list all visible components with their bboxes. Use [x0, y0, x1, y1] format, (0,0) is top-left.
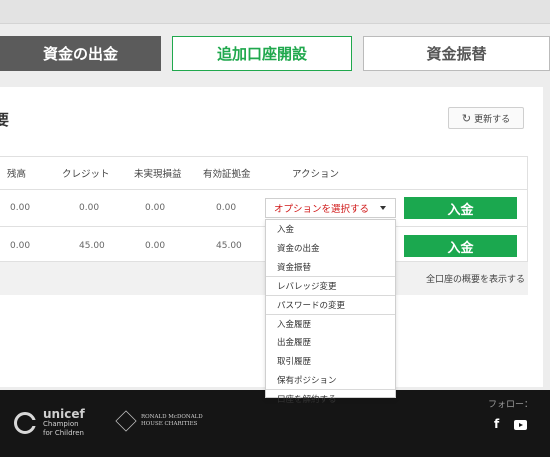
- menu-item-trade-history[interactable]: 取引履歴: [266, 352, 395, 371]
- rmhc-emblem-icon: [115, 410, 137, 432]
- equity-cell: 45.00: [216, 240, 242, 251]
- tab-fund-transfer[interactable]: 資金振替: [363, 36, 550, 71]
- unrealized-cell: 0.00: [145, 240, 166, 251]
- deposit-button[interactable]: 入金: [404, 235, 517, 257]
- action-dropdown-menu: 入金 資金の出金 資金振替 レバレッジ変更 パスワードの変更 入金履歴 出金履歴…: [265, 219, 396, 405]
- refresh-icon: ↻: [461, 111, 472, 125]
- unicef-tagline: Champion: [43, 420, 79, 428]
- menu-item-deposit[interactable]: 入金: [266, 220, 395, 239]
- menu-item-deposit-history[interactable]: 入金履歴: [266, 313, 395, 333]
- view-all-accounts-link[interactable]: 全口座の概要を表示する: [426, 272, 525, 285]
- menu-item-transfer[interactable]: 資金振替: [266, 258, 395, 277]
- header-credit: クレジット: [62, 169, 110, 180]
- table-row: 0.00 45.00 0.00 45.00 入金: [0, 227, 528, 264]
- rmhc-logo: RONALD McDONALD HOUSE CHARITIES: [115, 410, 203, 432]
- header-balance: 残高: [7, 169, 27, 180]
- unicef-logo: unicef Champion for Children: [14, 408, 85, 438]
- summary-bar: 全口座の概要を表示する: [0, 262, 528, 295]
- facebook-icon[interactable]: f: [494, 417, 499, 431]
- balance-cell: 0.00: [10, 240, 31, 251]
- refresh-label: 更新する: [474, 114, 511, 125]
- deposit-button[interactable]: 入金: [404, 197, 517, 219]
- unrealized-cell: 0.00: [145, 203, 166, 213]
- follow-label: フォロー：: [488, 400, 534, 410]
- header-equity: 有効証拠金: [203, 169, 251, 180]
- youtube-icon[interactable]: [514, 420, 527, 430]
- tab-withdraw-funds[interactable]: 資金の出金: [0, 36, 161, 71]
- panel-title: 要: [0, 111, 10, 129]
- unicef-emblem-icon: [14, 412, 36, 434]
- header-unrealized-pl: 未実現損益: [134, 169, 182, 180]
- header-action: アクション: [292, 169, 340, 180]
- top-bar: [0, 0, 550, 24]
- menu-item-withdraw[interactable]: 資金の出金: [266, 239, 395, 258]
- action-select-value: オプションを選択する: [274, 204, 370, 215]
- menu-item-leverage[interactable]: レバレッジ変更: [266, 276, 395, 295]
- menu-item-open-positions[interactable]: 保有ポジション: [266, 370, 395, 389]
- menu-item-withdraw-history[interactable]: 出金履歴: [266, 333, 395, 352]
- table-header: 残高 クレジット 未実現損益 有効証拠金 アクション: [0, 157, 528, 190]
- unicef-tagline: for Children: [43, 429, 84, 437]
- credit-cell: 0.00: [79, 203, 100, 213]
- credit-cell: 45.00: [79, 240, 105, 251]
- table-row: 0.00 0.00 0.00 0.00 オプションを選択する 入金: [0, 190, 528, 227]
- balance-cell: 0.00: [10, 203, 31, 213]
- caret-down-icon: [380, 206, 386, 210]
- equity-cell: 0.00: [216, 203, 237, 213]
- action-select[interactable]: オプションを選択する: [265, 198, 396, 218]
- accounts-table: 残高 クレジット 未実現損益 有効証拠金 アクション 0.00 0.00 0.0…: [0, 156, 528, 262]
- tab-open-additional-account[interactable]: 追加口座開設: [172, 36, 352, 71]
- menu-item-change-password[interactable]: パスワードの変更: [266, 295, 395, 314]
- rmhc-name: RONALD McDONALD: [141, 414, 203, 420]
- rmhc-name: HOUSE CHARITIES: [141, 421, 198, 427]
- unicef-name: unicef: [43, 407, 85, 421]
- menu-item-close-account[interactable]: 口座を解約する: [266, 389, 395, 408]
- refresh-button[interactable]: ↻ 更新する: [448, 107, 524, 129]
